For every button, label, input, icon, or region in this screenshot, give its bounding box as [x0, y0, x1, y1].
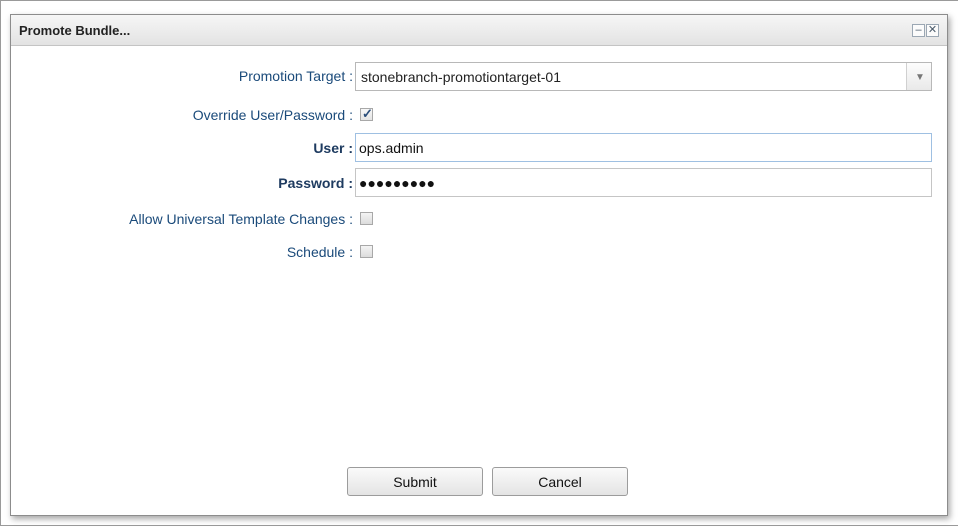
checkmark-icon: ✓ [362, 106, 373, 121]
promotion-target-label-area: Promotion Target : [11, 63, 353, 89]
password-input[interactable]: ●●●●●●●●● [355, 168, 932, 197]
cancel-button[interactable]: Cancel [492, 467, 628, 496]
promotion-target-value: stonebranch-promotiontarget-01 [361, 69, 562, 85]
override-label: Override User/Password : [192, 107, 353, 123]
schedule-label: Schedule : [286, 244, 353, 260]
schedule-checkbox[interactable] [360, 245, 373, 258]
allow-template-changes-label: Allow Universal Template Changes : [129, 211, 353, 227]
user-input[interactable]: ops.admin [355, 133, 932, 162]
promotion-target-select[interactable]: stonebranch-promotiontarget-01 ▼ [355, 62, 932, 91]
dialog-title: Promote Bundle... [19, 23, 131, 38]
user-label: User : [313, 140, 353, 156]
password-value: ●●●●●●●●● [359, 175, 436, 191]
minimize-icon: – [915, 24, 922, 36]
dropdown-button[interactable]: ▼ [906, 63, 931, 90]
allow-template-label-area: Allow Universal Template Changes : [11, 206, 353, 232]
user-value: ops.admin [359, 140, 424, 156]
minimize-button[interactable]: – [912, 24, 925, 37]
schedule-label-area: Schedule : [11, 239, 353, 265]
override-checkbox[interactable]: ✓ [360, 106, 373, 121]
password-label: Password : [278, 175, 353, 191]
password-label-area: Password : [11, 170, 353, 196]
override-label-area: Override User/Password : [11, 102, 353, 128]
allow-template-changes-checkbox[interactable] [360, 212, 373, 225]
promote-bundle-dialog: Promote Bundle... – ✕ Promotion Target :… [10, 14, 948, 516]
user-label-area: User : [11, 135, 353, 161]
dialog-titlebar: Promote Bundle... – ✕ [11, 15, 947, 46]
promotion-target-label: Promotion Target : [238, 68, 353, 84]
submit-button[interactable]: Submit [347, 467, 483, 496]
chevron-down-icon: ▼ [915, 72, 925, 83]
close-button[interactable]: ✕ [926, 24, 939, 37]
close-icon: ✕ [927, 24, 938, 36]
